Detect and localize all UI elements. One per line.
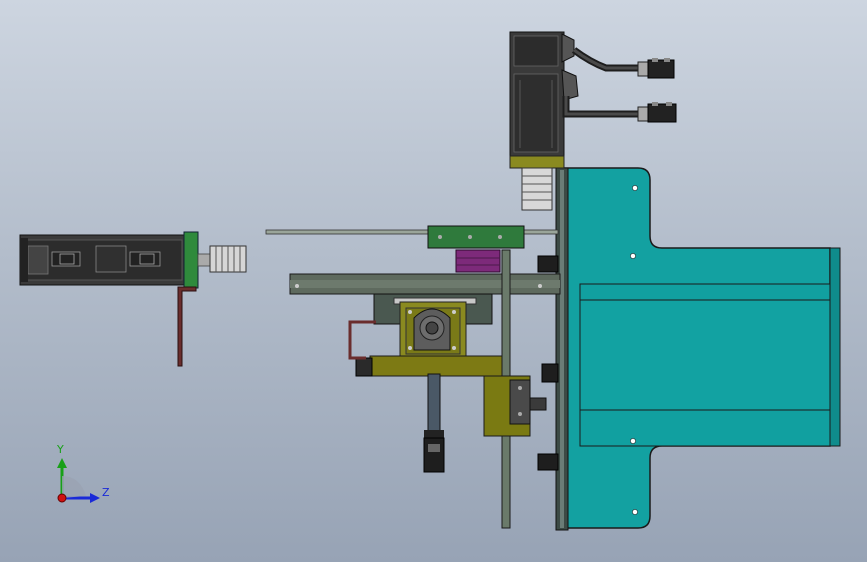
gearbox-assembly[interactable]	[348, 293, 547, 473]
upper-slide-rail[interactable]	[265, 225, 559, 273]
cad-viewport[interactable]: Y Z	[0, 0, 867, 562]
left-servo-motor[interactable]	[19, 231, 247, 289]
horizontal-beam[interactable]	[289, 273, 561, 295]
axis-label-z: Z	[102, 486, 110, 499]
triad-origin	[57, 493, 67, 503]
assembly-drawing[interactable]	[0, 0, 867, 562]
axis-triad	[57, 458, 100, 503]
base-plate[interactable]	[555, 167, 841, 531]
axis-label-y: Y	[57, 443, 64, 456]
left-motor-bracket[interactable]	[177, 286, 197, 367]
